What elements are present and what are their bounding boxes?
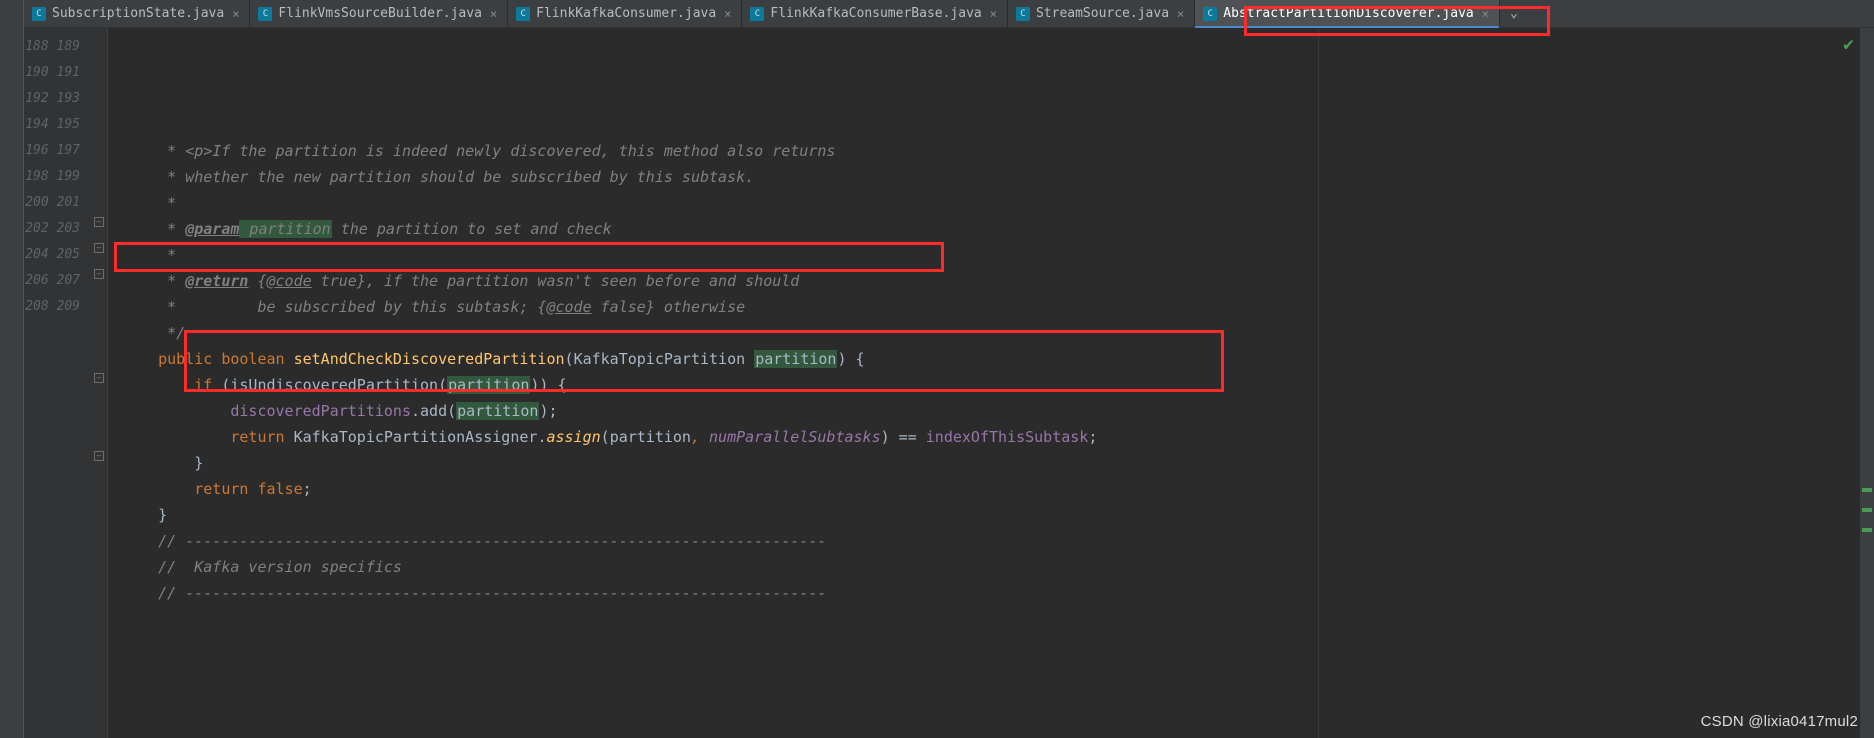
tab-label: FlinkVmsSourceBuilder.java [278, 6, 482, 21]
tab-label: FlinkKafkaConsumer.java [536, 6, 716, 21]
analysis-ok-icon[interactable]: ✔ [1843, 34, 1854, 55]
java-class-icon: C [258, 7, 272, 21]
fold-marker[interactable]: – [94, 243, 104, 253]
fold-marker[interactable]: – [94, 373, 104, 383]
java-class-icon: C [750, 7, 764, 21]
tab-flinkvmssourcebuilder[interactable]: C FlinkVmsSourceBuilder.java × [250, 0, 508, 27]
close-icon[interactable]: × [232, 7, 239, 21]
tab-label: FlinkKafkaConsumerBase.java [770, 6, 981, 21]
scrollbar[interactable] [1860, 28, 1874, 738]
fold-marker[interactable]: – [94, 217, 104, 227]
close-icon[interactable]: × [1177, 7, 1184, 21]
line-number-gutter: 188 189 190 191 192 193 194 195 196 197 … [24, 28, 92, 738]
java-class-icon: C [516, 7, 530, 21]
close-icon[interactable]: × [1482, 7, 1489, 21]
fold-gutter[interactable]: – – – – – [92, 28, 108, 738]
java-class-icon: C [32, 7, 46, 21]
java-class-icon: C [1203, 7, 1217, 21]
tabs-overflow-button[interactable]: ⌄ [1500, 0, 1528, 27]
tab-streamsource[interactable]: C StreamSource.java × [1008, 0, 1195, 27]
close-icon[interactable]: × [490, 7, 497, 21]
right-margin-guide [1318, 28, 1319, 738]
tool-window-bar[interactable] [0, 0, 24, 738]
tab-flinkkafkaconsumerbase[interactable]: C FlinkKafkaConsumerBase.java × [742, 0, 1008, 27]
tab-label: StreamSource.java [1036, 6, 1169, 21]
tab-subscription-state[interactable]: C SubscriptionState.java × [24, 0, 250, 27]
tab-label: AbstractPartitionDiscoverer.java [1223, 6, 1473, 21]
tab-label: SubscriptionState.java [52, 6, 224, 21]
editor-tabs: C SubscriptionState.java × C FlinkVmsSou… [24, 0, 1874, 28]
java-class-icon: C [1016, 7, 1030, 21]
code-area[interactable]: * <p>If the partition is indeed newly di… [108, 28, 1860, 738]
watermark: CSDN @lixia0417mul2 [1701, 713, 1858, 730]
code-editor[interactable]: 188 189 190 191 192 193 194 195 196 197 … [24, 28, 1874, 738]
fold-marker[interactable]: – [94, 451, 104, 461]
fold-marker[interactable]: – [94, 269, 104, 279]
scroll-mark [1862, 528, 1872, 532]
tab-flinkkafkaconsumer[interactable]: C FlinkKafkaConsumer.java × [508, 0, 742, 27]
close-icon[interactable]: × [990, 7, 997, 21]
close-icon[interactable]: × [724, 7, 731, 21]
scroll-mark [1862, 488, 1872, 492]
scroll-mark [1862, 508, 1872, 512]
tab-abstractpartitiondiscoverer[interactable]: C AbstractPartitionDiscoverer.java × [1195, 0, 1500, 27]
